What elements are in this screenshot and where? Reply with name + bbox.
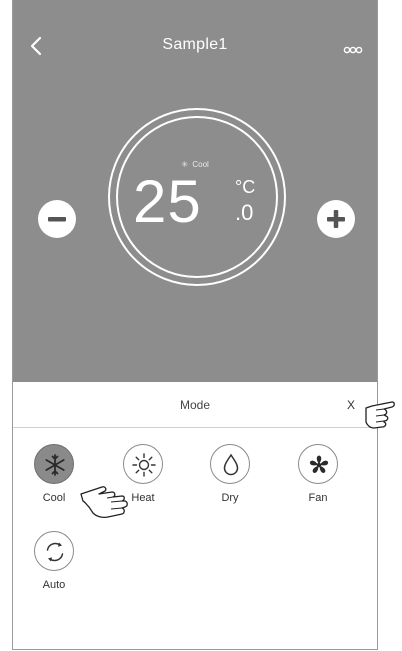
mode-button-auto[interactable] bbox=[34, 531, 74, 571]
more-button[interactable] bbox=[343, 42, 363, 54]
increase-temperature-button[interactable] bbox=[317, 200, 355, 238]
plus-icon bbox=[327, 210, 345, 228]
mode-button-dry[interactable] bbox=[210, 444, 250, 484]
more-dots-icon bbox=[343, 46, 363, 54]
phone-screen: Sample1 ✳ Cool 25 °C .0 Mode X Cool Heat… bbox=[12, 0, 378, 650]
temperature-unit: °C bbox=[235, 177, 256, 197]
device-title: Sample1 bbox=[162, 36, 228, 53]
mode-option-fan[interactable]: Fan bbox=[287, 444, 349, 504]
thermostat-panel: Sample1 ✳ Cool 25 °C .0 bbox=[13, 0, 377, 382]
mode-sheet-header: Mode X bbox=[13, 382, 377, 428]
snowflake-icon bbox=[45, 454, 65, 476]
mode-option-dry[interactable]: Dry bbox=[199, 444, 261, 504]
mode-label-cool: Cool bbox=[42, 492, 66, 504]
mode-button-cool[interactable] bbox=[34, 444, 74, 484]
pointing-hand-icon bbox=[80, 486, 128, 519]
temperature-value: 25 bbox=[133, 168, 202, 235]
mode-option-cool[interactable]: Cool bbox=[23, 444, 85, 504]
mode-button-heat[interactable] bbox=[123, 444, 163, 484]
pointing-hand-icon bbox=[365, 401, 395, 429]
droplet-icon bbox=[223, 453, 239, 476]
close-button[interactable]: X bbox=[347, 398, 355, 412]
sun-icon bbox=[132, 453, 156, 477]
cycle-arrows-icon bbox=[46, 542, 64, 562]
mode-label-fan: Fan bbox=[308, 492, 328, 504]
fan-icon bbox=[309, 455, 329, 473]
mode-label-auto: Auto bbox=[42, 579, 66, 591]
decrease-temperature-button[interactable] bbox=[38, 200, 76, 238]
mode-sheet-title: Mode bbox=[179, 398, 211, 412]
mode-label-dry: Dry bbox=[221, 492, 239, 504]
mode-button-fan[interactable] bbox=[298, 444, 338, 484]
minus-icon bbox=[48, 217, 66, 222]
mode-option-auto[interactable]: Auto bbox=[23, 531, 85, 591]
temperature-decimal: .0 bbox=[235, 200, 254, 225]
